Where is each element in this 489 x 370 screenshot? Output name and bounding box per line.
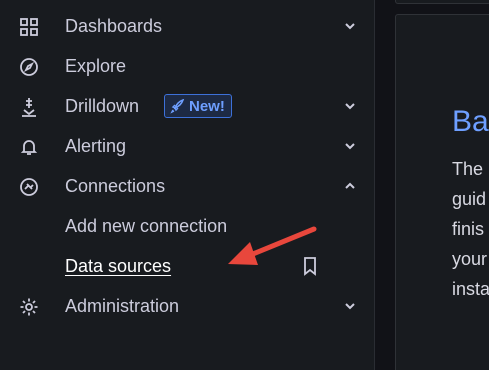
sidebar-divider xyxy=(374,0,375,370)
sidebar-item-explore[interactable]: Explore xyxy=(0,46,374,86)
apps-grid-icon xyxy=(18,16,40,38)
chevron-down-icon[interactable] xyxy=(342,98,358,114)
top-panel-edge xyxy=(395,0,489,4)
chevron-down-icon[interactable] xyxy=(342,138,358,154)
subitem-label: Data sources xyxy=(65,256,172,276)
connections-icon xyxy=(18,176,40,198)
bookmark-icon[interactable] xyxy=(301,256,319,276)
sidebar-item-label: Drilldown xyxy=(65,96,140,116)
bell-icon xyxy=(18,136,40,158)
chevron-down-icon[interactable] xyxy=(342,18,358,34)
drill-icon xyxy=(18,96,40,118)
sidebar-item-drilldown[interactable]: Drilldown New! xyxy=(0,86,374,126)
panel-title: Ba xyxy=(452,105,489,138)
sidebar-item-label: Dashboards xyxy=(65,16,163,36)
sidebar-subitem-add-new-connection[interactable]: Add new connection xyxy=(0,206,374,246)
sidebar-item-alerting[interactable]: Alerting xyxy=(0,126,374,166)
badge-label: New! xyxy=(189,97,225,115)
content-panel: Ba The guid finis your insta xyxy=(395,14,489,370)
sidebar-item-dashboards[interactable]: Dashboards xyxy=(0,6,374,46)
rocket-icon xyxy=(170,98,185,114)
panel-text-line: your xyxy=(452,249,488,269)
chevron-down-icon[interactable] xyxy=(342,298,358,314)
new-badge: New! xyxy=(164,94,232,118)
sidebar-item-label: Connections xyxy=(65,176,166,196)
panel-text-line: finis xyxy=(452,219,485,239)
chevron-up-icon[interactable] xyxy=(342,178,358,194)
sidebar-subitem-data-sources[interactable]: Data sources xyxy=(0,246,374,286)
sidebar-item-connections[interactable]: Connections xyxy=(0,166,374,206)
sidebar-item-label: Administration xyxy=(65,296,180,316)
sidebar-nav: Dashboards Explore Drilldown New! Alerti… xyxy=(0,0,374,370)
panel-text-line: insta xyxy=(452,279,489,299)
app-root: Dashboards Explore Drilldown New! Alerti… xyxy=(0,0,489,370)
sidebar-item-label: Explore xyxy=(65,56,127,76)
subitem-label: Add new connection xyxy=(65,216,228,236)
compass-icon xyxy=(18,56,40,78)
sidebar-item-administration[interactable]: Administration xyxy=(0,286,374,326)
panel-text-line: guid xyxy=(452,189,487,209)
sidebar-item-label: Alerting xyxy=(65,136,127,156)
gear-icon xyxy=(18,296,40,318)
panel-text-line: The xyxy=(452,159,484,179)
